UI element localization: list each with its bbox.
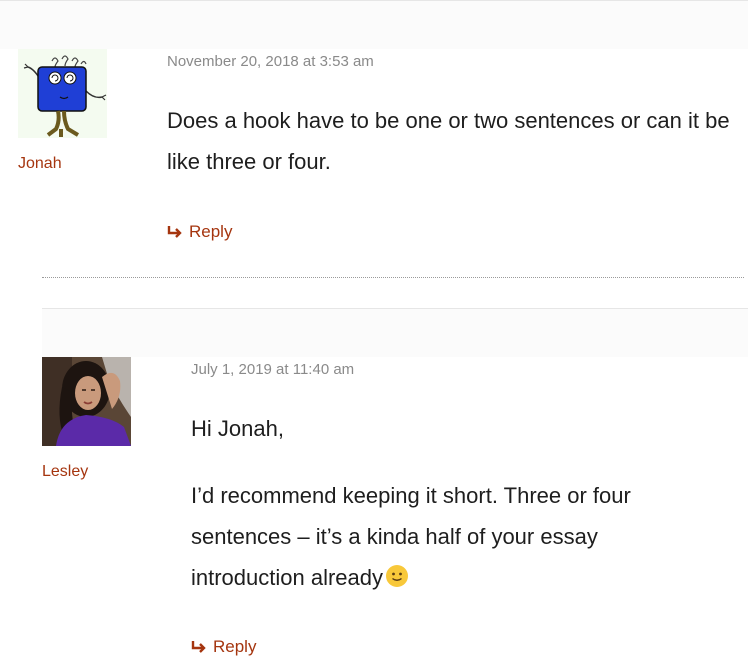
comment-greeting: Hi Jonah, — [191, 416, 284, 441]
reply-button[interactable]: Reply — [191, 637, 256, 657]
comment-paragraph: Does a hook have to be one or two senten… — [167, 108, 730, 174]
comment-paragraph-text: I’d recommend keeping it short. Three or… — [191, 483, 631, 590]
comment-date[interactable]: November 20, 2018 at 3:53 am — [167, 53, 374, 70]
reply-label: Reply — [213, 637, 257, 656]
woman-photo-icon — [42, 357, 131, 446]
reply-label: Reply — [189, 222, 233, 241]
comment-paragraph: I’d recommend keeping it short. Three or… — [191, 475, 711, 601]
avatar — [42, 357, 131, 446]
comment-author-link[interactable]: Lesley — [42, 463, 88, 481]
comment-header-band — [0, 0, 748, 49]
reply-arrow-icon — [191, 641, 206, 653]
comment-divider — [42, 277, 744, 278]
comment-date[interactable]: July 1, 2019 at 11:40 am — [191, 361, 354, 378]
smiley-icon — [385, 560, 409, 601]
comment-text: Does a hook have to be one or two senten… — [167, 100, 742, 182]
comment-text: Hi Jonah, I’d recommend keeping it short… — [191, 408, 711, 601]
reply-button[interactable]: Reply — [167, 222, 232, 242]
cartoon-monster-icon — [23, 55, 107, 137]
comment-author-link[interactable]: Jonah — [18, 155, 62, 173]
comment-header-band — [42, 308, 748, 357]
reply-arrow-icon — [167, 226, 182, 238]
avatar — [18, 49, 107, 138]
